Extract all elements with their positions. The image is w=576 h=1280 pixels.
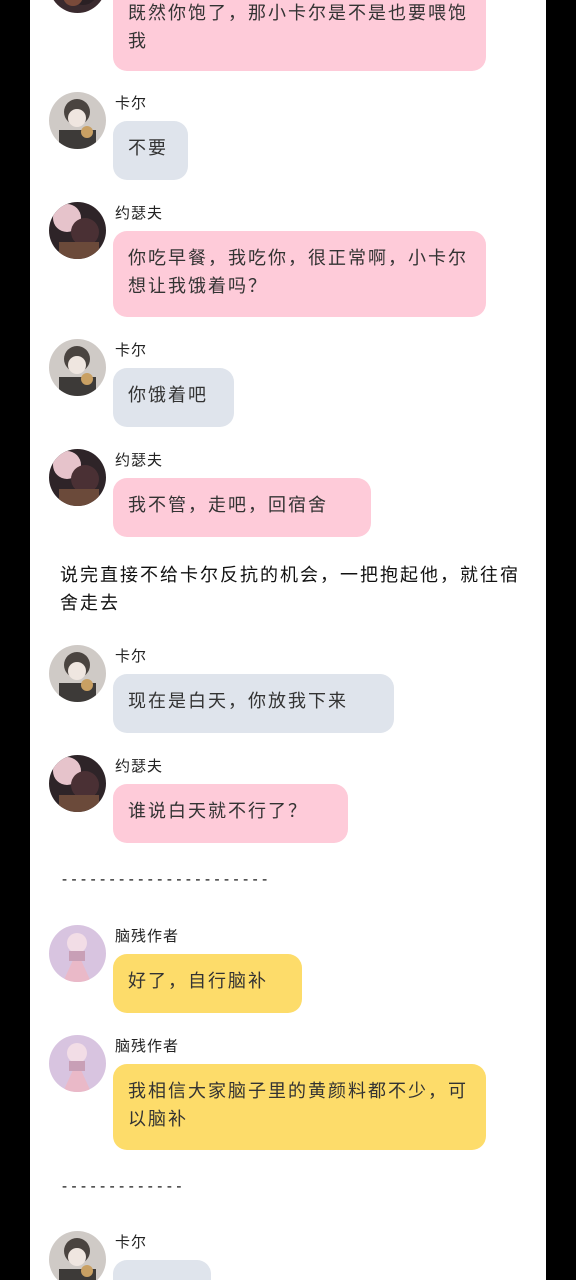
author-avatar-icon[interactable] [49,925,106,982]
message-bubble: 我相信大家脑子里的黄颜料都不少，可以脑补 [113,1064,486,1150]
divider-line: ---------------------- [60,870,270,888]
message-bubble: 你吃早餐，我吃你，很正常啊，小卡尔想让我饿着吗？ [113,231,486,317]
message-bubble: 你饿着吧 [113,368,234,427]
author-avatar-icon[interactable] [49,1035,106,1092]
joseph-avatar-icon[interactable] [49,202,106,259]
joseph-avatar-icon[interactable] [49,449,106,506]
message-bubble: 既然你饱了，那小卡尔是不是也要喂饱我 [113,0,486,71]
sender-name: 约瑟夫 [115,204,164,222]
karl-avatar-icon[interactable] [49,339,106,396]
message-bubble: 谁说白天就不行了？ [113,784,348,843]
message-bubble [113,1260,211,1280]
sender-name: 约瑟夫 [115,451,164,469]
sender-name: 脑残作者 [115,927,180,945]
chat-page: 既然你饱了，那小卡尔是不是也要喂饱我 卡尔 不要 约瑟夫 你吃早餐，我吃你，很正… [30,0,546,1280]
joseph-avatar-icon[interactable] [49,755,106,812]
message-bubble: 好了，自行脑补 [113,954,302,1013]
sender-name: 卡尔 [115,341,148,359]
karl-avatar-icon[interactable] [49,645,106,702]
message-bubble: 不要 [113,121,188,180]
sender-name: 卡尔 [115,94,148,112]
sender-name: 脑残作者 [115,1037,180,1055]
message-bubble: 我不管，走吧，回宿舍 [113,478,371,537]
karl-avatar-icon[interactable] [49,1231,106,1280]
message-bubble: 现在是白天，你放我下来 [113,674,394,733]
narration-text: 说完直接不给卡尔反抗的机会，一把抱起他，就往宿舍走去 [60,565,520,614]
sender-name: 卡尔 [115,647,148,665]
joseph-avatar-icon[interactable] [49,0,106,13]
karl-avatar-icon[interactable] [49,92,106,149]
sender-name: 卡尔 [115,1233,148,1251]
divider-line: ------------- [60,1177,184,1195]
sender-name: 约瑟夫 [115,757,164,775]
